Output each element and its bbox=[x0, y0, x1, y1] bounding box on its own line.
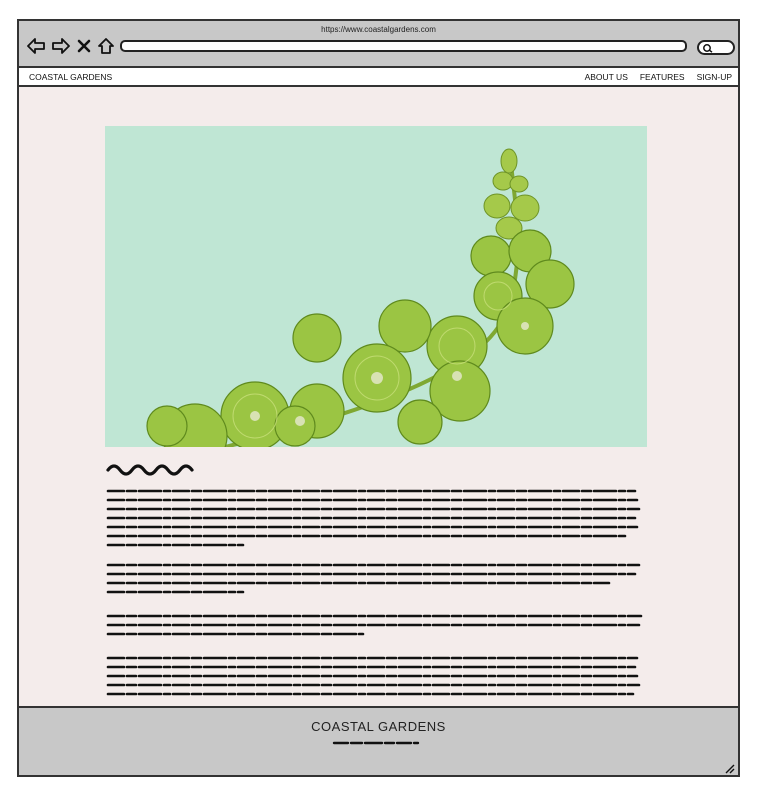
article-placeholder-text bbox=[106, 464, 643, 696]
browser-status-bar bbox=[19, 760, 738, 775]
search-icon bbox=[703, 44, 713, 53]
nav-link-about-us[interactable]: ABOUT US bbox=[585, 72, 628, 82]
nav-link-features[interactable]: FEATURES bbox=[640, 72, 685, 82]
browser-toolbar: https://www.coastalgardens.com bbox=[19, 21, 738, 68]
nav-link-sign-up[interactable]: SIGN-UP bbox=[697, 72, 732, 82]
browser-window: https://www.coastalgardens.com COASTAL G… bbox=[17, 19, 740, 777]
back-arrow-icon[interactable] bbox=[27, 38, 45, 54]
site-footer: COASTAL GARDENS bbox=[19, 706, 738, 762]
forward-arrow-icon[interactable] bbox=[52, 38, 70, 54]
footer-placeholder-text bbox=[332, 741, 420, 745]
close-x-icon[interactable] bbox=[77, 38, 91, 54]
home-icon[interactable] bbox=[97, 38, 115, 54]
hero-image bbox=[105, 126, 647, 447]
site-brand-link[interactable]: COASTAL GARDENS bbox=[29, 72, 112, 82]
address-bar[interactable] bbox=[120, 40, 687, 52]
site-navbar: COASTAL GARDENS ABOUT US FEATURES SIGN-U… bbox=[19, 68, 738, 87]
url-text: https://www.coastalgardens.com bbox=[321, 25, 436, 34]
footer-title: COASTAL GARDENS bbox=[311, 719, 446, 734]
resize-grip-icon[interactable] bbox=[723, 762, 735, 774]
nav-links: ABOUT US FEATURES SIGN-UP bbox=[585, 72, 732, 82]
search-box[interactable] bbox=[697, 40, 735, 55]
